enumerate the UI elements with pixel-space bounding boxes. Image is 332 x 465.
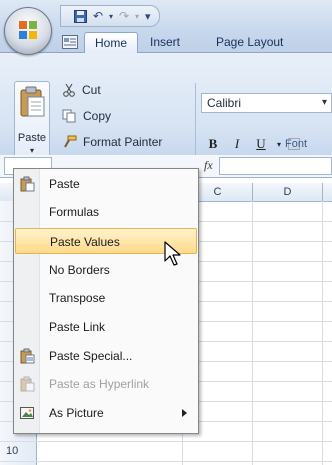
menu-item-paste-special[interactable]: Paste Special... xyxy=(15,343,197,369)
view-icon[interactable] xyxy=(62,35,78,49)
scissors-icon xyxy=(63,83,75,97)
underline-button[interactable]: U xyxy=(249,134,273,154)
picture-icon xyxy=(20,407,34,419)
cut-label: Cut xyxy=(82,83,101,97)
row-header-10[interactable]: 10 xyxy=(0,445,36,457)
save-icon[interactable] xyxy=(71,7,89,25)
menu-item-label: Formulas xyxy=(49,205,100,219)
font-group-label: Font xyxy=(285,138,308,150)
menu-item-formulas[interactable]: Formulas xyxy=(15,199,197,225)
font-name-value: Calibri xyxy=(207,96,242,110)
redo-dropdown-icon[interactable]: ▾ xyxy=(133,7,141,25)
menu-item-label: Paste Values xyxy=(50,235,120,249)
format-painter-icon xyxy=(64,135,77,148)
undo-dropdown-icon[interactable]: ▾ xyxy=(107,7,115,25)
menu-item-paste[interactable]: Paste xyxy=(15,171,197,197)
menu-item-label: As Picture xyxy=(49,406,104,420)
column-header-d[interactable]: D xyxy=(252,183,322,201)
menu-item-label: Transpose xyxy=(49,291,106,305)
undo-icon[interactable]: ↶ xyxy=(89,7,107,25)
copy-icon xyxy=(62,109,76,123)
tab-insert[interactable]: Insert xyxy=(140,32,190,52)
menu-item-paste-link[interactable]: Paste Link xyxy=(15,314,197,340)
office-logo-icon xyxy=(19,21,37,39)
paste-dropdown-menu: Paste Formulas Paste Values No Borders T… xyxy=(13,168,199,434)
ribbon-home: Paste ▾ Cut Copy Format Painter Calibri … xyxy=(0,53,332,201)
underline-dropdown-icon[interactable]: ▾ xyxy=(273,134,285,154)
grid-line xyxy=(0,461,332,462)
paste-icon xyxy=(20,176,35,192)
menu-item-label: No Borders xyxy=(49,263,110,277)
menu-item-transpose[interactable]: Transpose xyxy=(15,285,197,311)
grid-line xyxy=(0,441,332,442)
quick-access-toolbar: ↶ ▾ ↷ ▾ ▾ xyxy=(60,5,160,27)
italic-button[interactable]: I xyxy=(225,134,249,154)
paste-label: Paste xyxy=(17,132,47,144)
paste-split-button[interactable]: Paste ▾ xyxy=(14,81,50,165)
menu-item-label: Paste xyxy=(49,177,80,191)
paste-special-icon xyxy=(20,348,35,364)
submenu-arrow-icon xyxy=(182,409,187,417)
office-button[interactable] xyxy=(4,7,52,55)
copy-label: Copy xyxy=(83,109,112,123)
menu-item-as-picture[interactable]: As Picture xyxy=(15,400,197,426)
font-name-combo[interactable]: Calibri ▾ xyxy=(201,93,332,113)
menu-item-label: Paste Special... xyxy=(49,349,133,363)
chevron-down-icon[interactable]: ▾ xyxy=(322,94,327,112)
tab-page-layout[interactable]: Page Layout xyxy=(206,32,293,52)
paste-hyperlink-icon xyxy=(20,376,35,392)
column-header-e[interactable] xyxy=(322,183,332,201)
bold-button[interactable]: B xyxy=(201,134,225,154)
paste-dropdown-arrow-icon[interactable]: ▾ xyxy=(15,146,49,155)
format-painter-button[interactable]: Format Painter xyxy=(62,133,162,151)
customize-qat-icon[interactable]: ▾ xyxy=(145,10,151,23)
redo-icon[interactable]: ↷ xyxy=(115,7,133,25)
formula-input[interactable] xyxy=(219,157,332,175)
menu-item-label: Paste Link xyxy=(49,320,106,334)
mouse-pointer-icon xyxy=(164,241,181,266)
paste-icon xyxy=(20,86,45,117)
format-painter-label: Format Painter xyxy=(83,135,163,149)
tab-home[interactable]: Home xyxy=(84,32,139,54)
menu-item-label: Paste as Hyperlink xyxy=(49,377,150,391)
copy-button[interactable]: Copy xyxy=(62,107,111,125)
menu-item-paste-as-hyperlink: Paste as Hyperlink xyxy=(15,371,197,397)
cut-button[interactable]: Cut xyxy=(62,81,101,99)
insert-function-icon[interactable]: fx xyxy=(204,158,213,173)
